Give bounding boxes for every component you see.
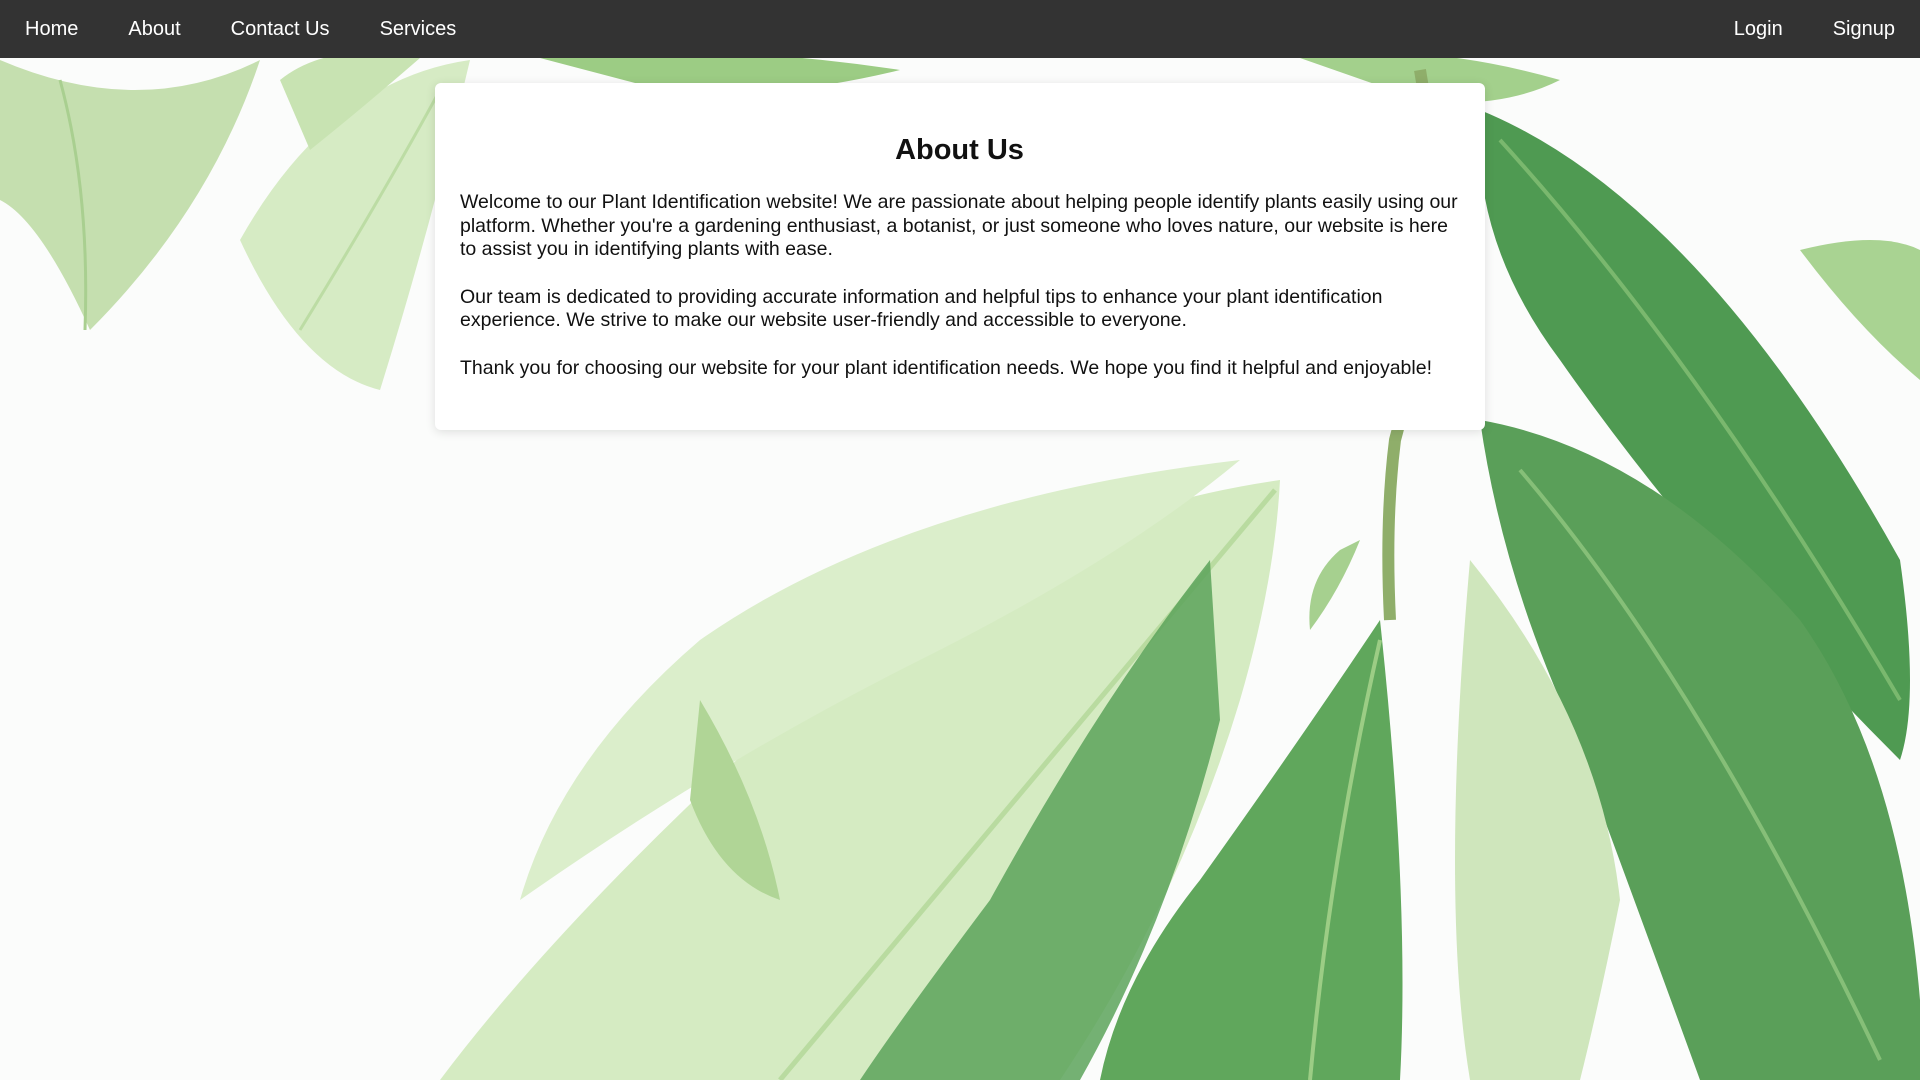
- about-paragraph-team: Our team is dedicated to providing accur…: [460, 285, 1383, 332]
- nav-link-about[interactable]: About: [103, 0, 205, 58]
- nav-left-group: Home About Contact Us Services: [0, 0, 481, 58]
- nav-link-signup[interactable]: Signup: [1808, 0, 1920, 58]
- nav-link-contact-us[interactable]: Contact Us: [206, 0, 355, 58]
- about-paragraph-thanks: Thank you for choosing our website for y…: [460, 356, 1433, 379]
- nav-link-services[interactable]: Services: [355, 0, 482, 58]
- page-title: About Us: [895, 134, 1024, 166]
- nav-right-group: Login Signup: [1709, 0, 1920, 58]
- nav-link-home[interactable]: Home: [0, 0, 103, 58]
- about-paragraph-welcome: Welcome to our Plant Identification webs…: [460, 191, 1458, 260]
- top-navbar: Home About Contact Us Services Login Sig…: [0, 0, 1920, 58]
- nav-link-login[interactable]: Login: [1709, 0, 1808, 58]
- about-card: About Us Welcome to our Plant Identifica…: [435, 83, 1485, 430]
